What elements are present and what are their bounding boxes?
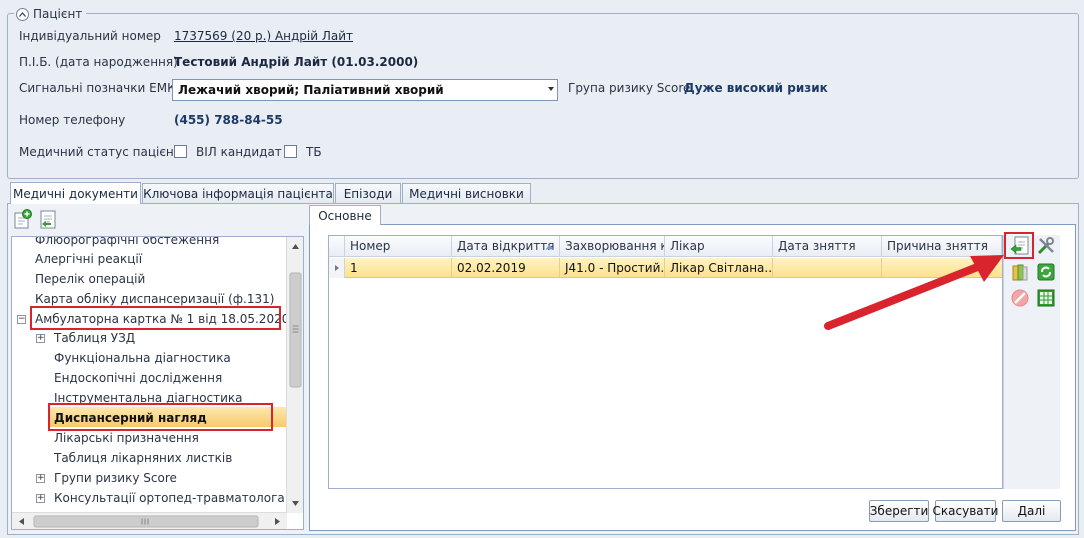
patient-legend-label: Пацієнт bbox=[33, 7, 83, 21]
expand-node-icon[interactable]: + bbox=[36, 494, 45, 503]
tab-label: Медичні висновки bbox=[409, 187, 524, 201]
emk-label: Сигнальні позначки ЕМК bbox=[19, 81, 176, 95]
table-cell[interactable]: J41.0 - Простий... bbox=[560, 258, 665, 278]
collapse-node-icon[interactable]: − bbox=[17, 315, 26, 324]
expand-node-icon[interactable]: + bbox=[36, 334, 45, 343]
expand-node-icon[interactable]: + bbox=[36, 474, 45, 483]
save-button-label: Зберегти bbox=[869, 504, 929, 518]
next-button[interactable]: Далі bbox=[1002, 500, 1061, 522]
tab-medical-documents[interactable]: Медичні документи bbox=[10, 182, 141, 204]
save-button[interactable]: Зберегти bbox=[869, 500, 929, 522]
document-tree[interactable]: Флюорографічні обстеження Алергічні реак… bbox=[11, 236, 304, 530]
vil-label: ВІЛ кандидат bbox=[196, 145, 282, 159]
tree-item[interactable]: Консультації ортопед-травматолога Ehealt bbox=[54, 489, 288, 507]
collapse-icon[interactable] bbox=[16, 7, 29, 21]
score-label: Група ризику Score bbox=[568, 81, 691, 95]
tree-vertical-scrollbar[interactable] bbox=[286, 237, 303, 513]
cancel-button[interactable]: Скасувати bbox=[932, 500, 999, 522]
row-indicator bbox=[329, 258, 345, 278]
tree-item[interactable]: Функціональна діагностика bbox=[54, 349, 231, 367]
score-value: Дуже високий ризик bbox=[684, 81, 828, 95]
medical-status-label: Медичний статус пацієнта bbox=[19, 145, 189, 159]
tree-item[interactable]: Таблиця лікарняних листків bbox=[54, 449, 232, 467]
column-header[interactable]: Захворювання ка bbox=[560, 236, 665, 257]
table-cell[interactable]: 1 bbox=[345, 258, 452, 278]
annotation-box-dispensary bbox=[48, 403, 273, 431]
phone-label: Номер телефону bbox=[19, 113, 126, 127]
sort-ascending-icon bbox=[545, 244, 554, 250]
tree-item[interactable]: Перелік операцій bbox=[35, 270, 145, 288]
cancel-button-label: Скасувати bbox=[932, 504, 999, 518]
tree-item[interactable]: Лікарські призначення bbox=[54, 429, 199, 447]
tree-item[interactable]: Таблиця УЗД bbox=[54, 329, 135, 347]
tab-main[interactable]: Основне bbox=[309, 205, 381, 225]
emk-signals-dropdown[interactable]: Лежачий хворий; Паліативний хворий bbox=[172, 79, 558, 101]
tree-item[interactable]: Флюорографічні обстеження bbox=[35, 237, 219, 249]
table-cell[interactable]: 02.02.2019 bbox=[452, 258, 560, 278]
tb-checkbox[interactable] bbox=[284, 145, 297, 158]
tree-item[interactable]: Алергічні реакції bbox=[35, 250, 142, 268]
patient-name: Тестовий Андрій Лайт (01.03.2000) bbox=[174, 55, 419, 69]
tab-label: Медичні документи bbox=[13, 186, 138, 201]
tab-label: Епізоди bbox=[343, 187, 393, 201]
tab-main-label: Основне bbox=[318, 208, 372, 223]
vil-checkbox[interactable] bbox=[174, 145, 187, 158]
phone-value: (455) 788-84-55 bbox=[174, 113, 283, 127]
open-document-icon[interactable] bbox=[38, 209, 58, 229]
column-header[interactable]: Лікар bbox=[665, 236, 773, 257]
tree-item[interactable]: Групи ризику Score bbox=[54, 469, 177, 487]
annotation-arrow-icon bbox=[824, 255, 1004, 330]
table-cell[interactable]: Лікар Світлана... bbox=[665, 258, 773, 278]
patient-id-link[interactable]: 1737569 (20 р.) Андрій Лайт bbox=[174, 29, 353, 43]
tab-key-info[interactable]: Ключова інформація пацієнта bbox=[142, 183, 334, 204]
tab-medical-conclusions[interactable]: Медичні висновки bbox=[402, 183, 531, 204]
edit-tools-icon[interactable] bbox=[1034, 234, 1058, 258]
tab-label: Ключова інформація пацієнта bbox=[143, 187, 333, 201]
annotation-box-ambulatory-card bbox=[30, 306, 281, 330]
tree-horizontal-scrollbar[interactable] bbox=[12, 512, 287, 529]
name-label: П.І.Б. (дата народження) bbox=[19, 55, 178, 69]
emk-signals-value: Лежачий хворий; Паліативний хворий bbox=[178, 83, 444, 97]
column-header-date-opened[interactable]: Дата відкриття bbox=[452, 236, 560, 257]
refresh-icon[interactable] bbox=[1034, 260, 1058, 284]
export-table-icon[interactable] bbox=[1034, 286, 1058, 310]
tb-label: ТБ bbox=[306, 145, 322, 159]
tab-episodes[interactable]: Епізоди bbox=[335, 183, 401, 204]
next-button-label: Далі bbox=[1017, 504, 1046, 518]
add-document-icon[interactable] bbox=[13, 209, 33, 229]
column-header-label: Дата відкриття bbox=[457, 239, 555, 253]
tree-item[interactable]: Ендоскопічні дослідження bbox=[54, 369, 222, 387]
column-header[interactable]: Номер bbox=[345, 236, 452, 257]
patient-legend[interactable]: Пацієнт bbox=[14, 6, 87, 22]
id-label: Індивідуальний номер bbox=[19, 29, 161, 43]
chevron-down-icon[interactable] bbox=[548, 87, 554, 91]
grid-row-indicator-header bbox=[329, 236, 345, 257]
